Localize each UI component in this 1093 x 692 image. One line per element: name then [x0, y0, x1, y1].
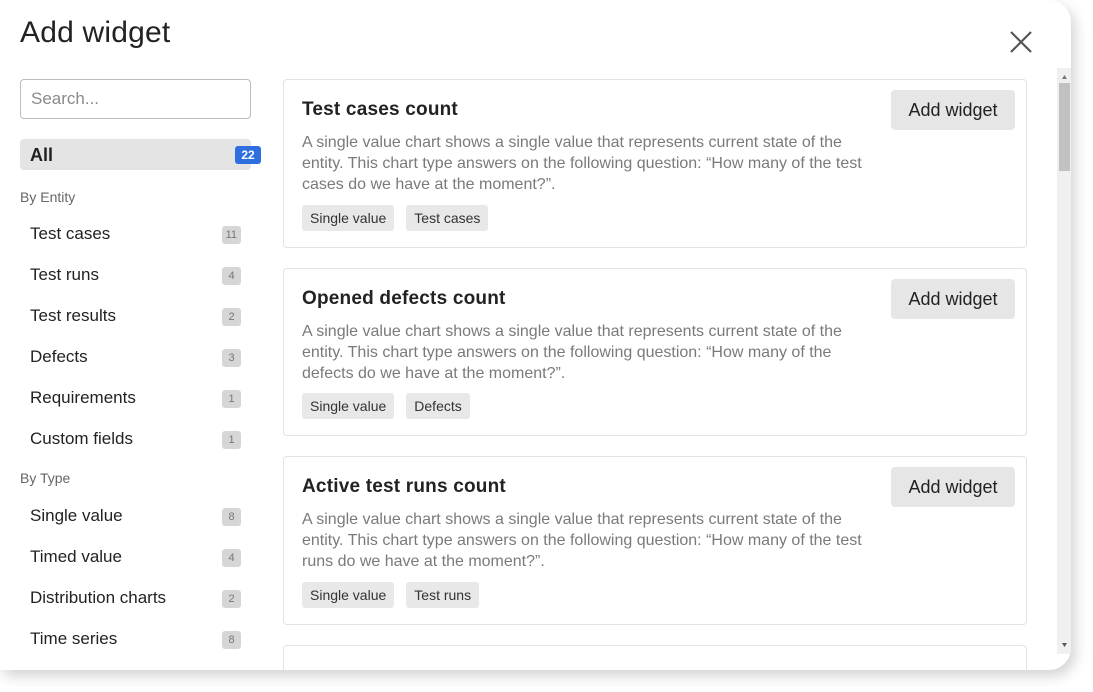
arrow-down-icon	[1062, 643, 1067, 647]
by-type-heading: By Type	[20, 470, 71, 486]
tag[interactable]: Test runs	[406, 582, 480, 608]
filter-count: 4	[222, 267, 241, 285]
filter-count: 1	[222, 390, 241, 408]
add-widget-button[interactable]: Add widget	[891, 467, 1015, 507]
dialog-title: Add widget	[20, 16, 171, 49]
filter-count: 2	[222, 590, 241, 608]
filter-custom-fields[interactable]: Custom fields 1	[20, 424, 251, 454]
filter-all-label: All	[30, 145, 54, 165]
tag[interactable]: Single value	[302, 393, 395, 419]
widget-card: Test cases count A single value chart sh…	[283, 79, 1027, 248]
filter-all-count: 22	[235, 146, 261, 164]
close-icon	[1010, 31, 1032, 53]
tag[interactable]: Defects	[406, 393, 470, 419]
scroll-up-button[interactable]	[1059, 70, 1070, 82]
add-widget-dialog: Add widget All 22 By Entity Test cases 1…	[0, 0, 1071, 670]
tag[interactable]: Test cases	[406, 205, 489, 231]
filter-count: 2	[222, 308, 241, 326]
add-widget-button[interactable]: Add widget	[891, 90, 1015, 130]
tag[interactable]: Single value	[302, 205, 395, 231]
filter-label: Distribution charts	[30, 588, 167, 607]
filter-distribution-charts[interactable]: Distribution charts 2	[20, 583, 251, 613]
filter-time-series[interactable]: Time series 8	[20, 624, 251, 654]
filter-label: Custom fields	[30, 429, 133, 448]
add-widget-button[interactable]: Add widget	[891, 279, 1015, 319]
filter-label: Time series	[30, 629, 118, 648]
widget-description: A single value chart shows a single valu…	[302, 511, 862, 570]
filter-single-value[interactable]: Single value 8	[20, 501, 251, 531]
widget-description: A single value chart shows a single valu…	[302, 134, 862, 193]
filter-count: 3	[222, 349, 241, 367]
filter-label: Single value	[30, 506, 123, 525]
by-entity-heading: By Entity	[20, 189, 76, 205]
filter-label: Requirements	[30, 388, 136, 407]
filter-count: 4	[222, 549, 241, 567]
tag[interactable]: Single value	[302, 582, 395, 608]
filter-test-runs[interactable]: Test runs 4	[20, 260, 251, 290]
filter-label: Test runs	[30, 265, 99, 284]
widget-card: Opened defects count A single value char…	[283, 268, 1027, 436]
filter-defects[interactable]: Defects 3	[20, 342, 251, 372]
widget-tags: Single value Defects	[302, 393, 470, 419]
filter-count: 8	[222, 508, 241, 526]
filter-label: Test cases	[30, 224, 111, 243]
widget-tags: Single value Test runs	[302, 582, 480, 608]
search-input[interactable]	[20, 79, 251, 119]
widget-title: Test cases count	[302, 99, 458, 120]
close-button[interactable]	[1006, 27, 1036, 57]
filter-label: Timed value	[30, 547, 122, 566]
widget-card: Active test runs count A single value ch…	[283, 456, 1027, 625]
widget-list: Test cases count A single value chart sh…	[283, 79, 1027, 670]
arrow-up-icon	[1062, 75, 1067, 79]
filter-count: 8	[222, 631, 241, 649]
filter-count: 11	[221, 226, 241, 244]
filter-label: Defects	[30, 347, 88, 366]
scrollbar-thumb[interactable]	[1059, 83, 1070, 171]
widget-description: A single value chart shows a single valu…	[302, 323, 842, 382]
widget-tags: Single value Test cases	[302, 205, 489, 231]
widget-card-partial	[283, 645, 1027, 670]
filter-test-cases[interactable]: Test cases 11	[20, 219, 251, 249]
widget-title: Opened defects count	[302, 288, 506, 309]
widget-title: Active test runs count	[302, 476, 506, 497]
filter-label: Test results	[30, 306, 116, 325]
scroll-down-button[interactable]	[1059, 638, 1070, 650]
filter-timed-value[interactable]: Timed value 4	[20, 542, 251, 572]
filter-count: 1	[222, 431, 241, 449]
filter-requirements[interactable]: Requirements 1	[20, 383, 251, 413]
filter-all[interactable]: All 22	[20, 139, 261, 170]
filter-test-results[interactable]: Test results 2	[20, 301, 251, 331]
